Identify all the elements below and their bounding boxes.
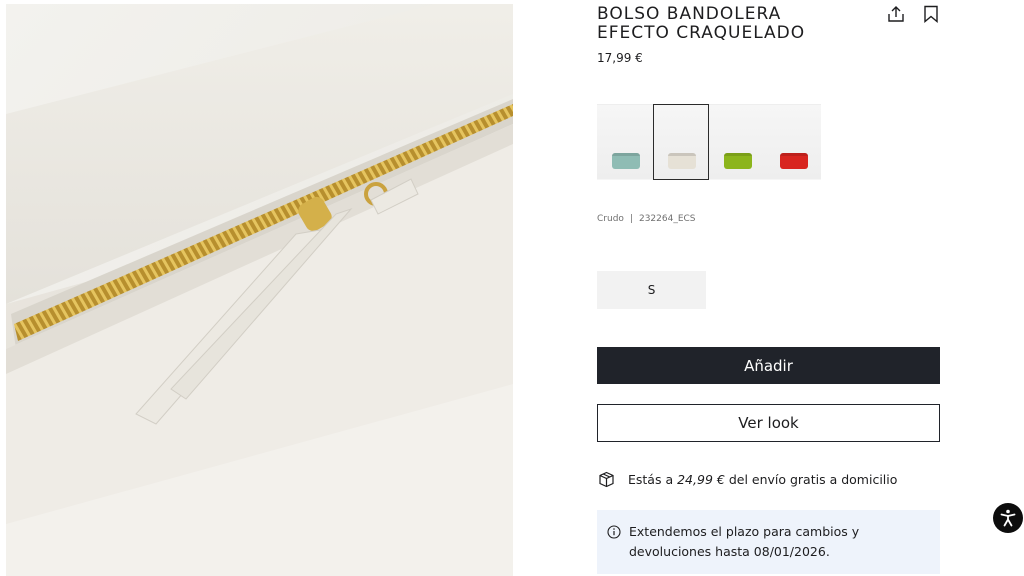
product-title: BOLSO BANDOLERA EFECTO CRAQUELADO	[597, 4, 806, 43]
add-to-cart-button[interactable]: Añadir	[597, 347, 940, 384]
variant-info: Crudo | 232264_ECS	[597, 214, 696, 224]
shipping-amount: 24,99 €	[677, 471, 725, 487]
color-name: Crudo	[597, 214, 624, 224]
swatch-aqua[interactable]	[597, 104, 653, 180]
bookmark-icon	[924, 5, 938, 23]
swatch-bag	[780, 153, 808, 169]
accessibility-icon	[1000, 509, 1016, 527]
swatch-bag	[724, 153, 752, 169]
share-button[interactable]	[886, 4, 906, 24]
accessibility-button[interactable]	[993, 503, 1023, 533]
shipping-info: Estás a 24,99 € del envío gratis a domic…	[598, 470, 897, 488]
size-option-s[interactable]: S	[597, 271, 706, 309]
shipping-suffix: del envío gratis a domicilio	[728, 471, 898, 487]
bookmark-button[interactable]	[921, 4, 941, 24]
swatch-crudo[interactable]	[653, 104, 709, 180]
returns-notice: Extendemos el plazo para cambios y devol…	[597, 510, 940, 574]
swatch-bag	[612, 153, 640, 169]
box-icon	[598, 470, 616, 488]
variant-separator: |	[629, 214, 633, 224]
swatch-red[interactable]	[765, 104, 821, 180]
view-look-button[interactable]: Ver look	[597, 404, 940, 442]
swatch-lime[interactable]	[709, 104, 765, 180]
color-swatches	[597, 104, 821, 180]
product-reference: 232264_ECS	[638, 214, 696, 224]
product-price: 17,99 €	[597, 51, 643, 65]
info-icon	[607, 525, 621, 539]
product-image	[6, 4, 513, 576]
share-icon	[888, 6, 904, 22]
bag-illustration	[6, 4, 513, 576]
swatch-bag	[668, 153, 696, 169]
notice-text: Extendemos el plazo para cambios y devol…	[629, 524, 860, 559]
shipping-prefix: Estás a	[628, 471, 674, 487]
